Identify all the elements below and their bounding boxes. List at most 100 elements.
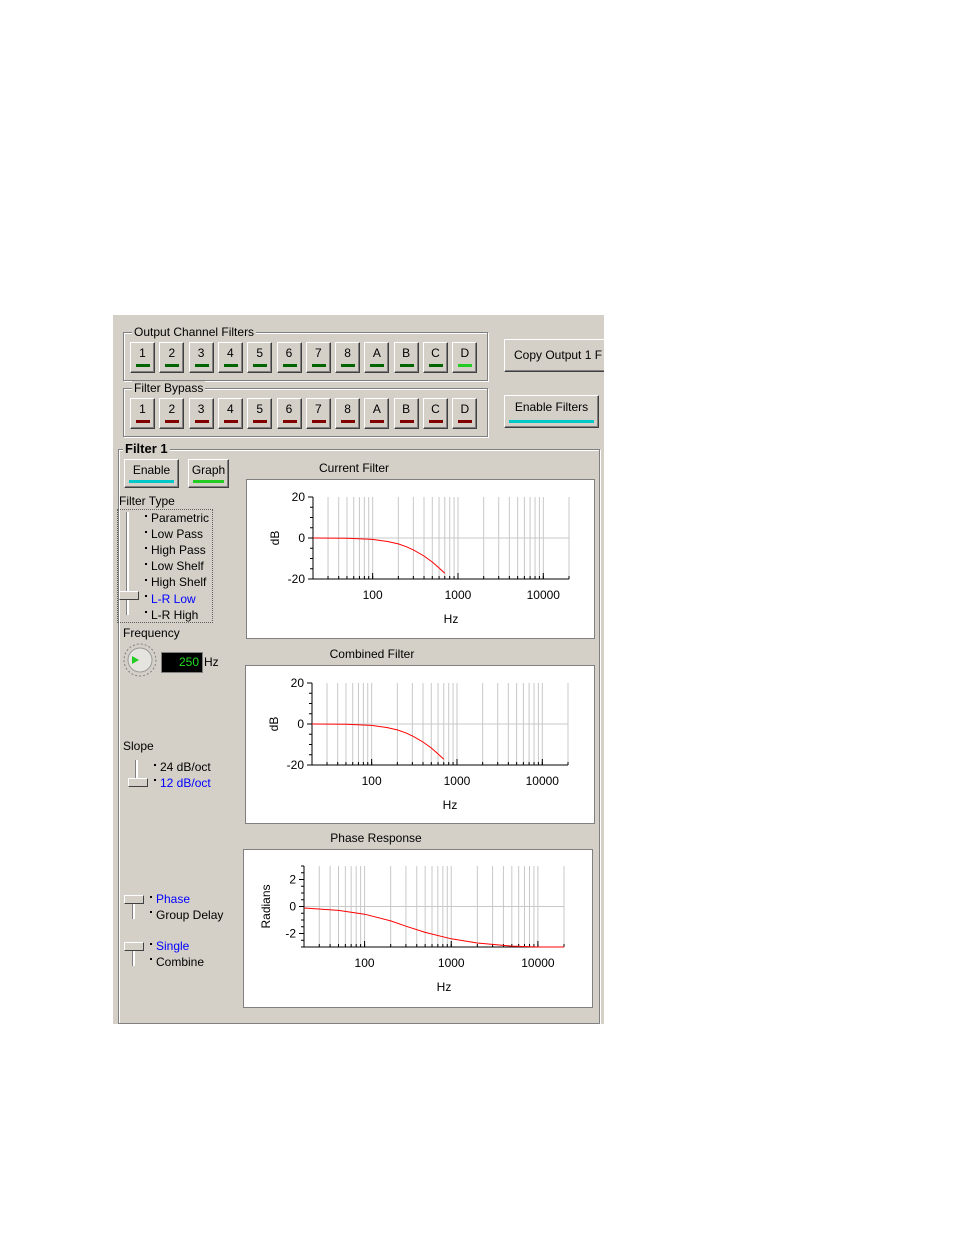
- filter-type-slider-thumb[interactable]: [119, 591, 139, 600]
- option-bullet-icon: [145, 563, 147, 566]
- output-channel-button-b[interactable]: B: [393, 342, 419, 373]
- filter-type-option-label: Low Pass: [151, 527, 204, 542]
- bypass-indicator: [223, 420, 238, 423]
- bypass-button-8[interactable]: 8: [335, 398, 361, 429]
- filter-type-option[interactable]: L-R Low: [145, 592, 196, 606]
- filter-type-option[interactable]: Parametric: [145, 511, 209, 525]
- x-tick-label: 10000: [521, 956, 555, 970]
- output-channel-button-label: 3: [197, 346, 205, 360]
- filter-panel: Output Channel Filters 1 2 3 4 5 6 7 8 A B C D Copy…: [113, 315, 604, 1024]
- x-tick-label: 1000: [444, 774, 471, 788]
- bypass-button-7[interactable]: 7: [305, 398, 331, 429]
- slope-option[interactable]: 24 dB/oct: [154, 760, 211, 774]
- graph-indicator: [193, 480, 224, 483]
- output-channel-indicator: [429, 364, 443, 367]
- bypass-button-label: 1: [139, 402, 146, 416]
- filter-type-option[interactable]: Low Pass: [145, 527, 203, 541]
- display-option-label: Phase: [156, 892, 191, 906]
- y-axis-label: dB: [268, 531, 282, 546]
- output-channel-button-label: C: [431, 346, 440, 360]
- filter-type-option-label: High Pass: [151, 543, 206, 558]
- panel-divider: [599, 449, 600, 1024]
- frequency-label: Frequency: [123, 626, 180, 640]
- combined-filter-title: Combined Filter: [329, 647, 415, 661]
- output-channel-button-8[interactable]: 8: [335, 342, 361, 373]
- filter-bypass-label: Filter Bypass: [132, 381, 206, 395]
- option-bullet-icon: [154, 779, 156, 782]
- filter-type-option[interactable]: High Pass: [145, 543, 206, 557]
- display-option[interactable]: Group Delay: [150, 908, 223, 922]
- output-channel-button-label: 6: [285, 346, 293, 360]
- filter-type-option-label: High Shelf: [151, 575, 207, 590]
- bypass-button-2[interactable]: 2: [159, 398, 185, 429]
- series-line: [303, 907, 564, 948]
- output-channel-indicator: [223, 364, 238, 367]
- phase-response-title: Phase Response: [330, 831, 422, 845]
- x-axis-label: Hz: [443, 798, 458, 812]
- enable-filters-button[interactable]: Enable Filters: [504, 395, 599, 428]
- bypass-button-4[interactable]: 4: [217, 398, 243, 429]
- output-channel-button-label: 7: [314, 346, 322, 360]
- bypass-button-6[interactable]: 6: [276, 398, 302, 429]
- slope-option-label: 12 dB/oct: [160, 775, 211, 790]
- slope-option[interactable]: 12 dB/oct: [154, 776, 211, 790]
- option-bullet-icon: [150, 911, 152, 914]
- output-channel-indicator: [458, 364, 473, 367]
- bypass-indicator: [370, 420, 385, 423]
- output-channel-button-label: D: [460, 346, 470, 360]
- output-channel-button-a[interactable]: A: [364, 342, 390, 373]
- output-channel-indicator: [253, 364, 268, 367]
- filter-type-option[interactable]: High Shelf: [145, 575, 206, 589]
- bypass-button-3[interactable]: 3: [188, 398, 214, 429]
- bypass-button-c[interactable]: C: [423, 398, 448, 429]
- output-channel-button-d[interactable]: D: [452, 342, 478, 373]
- slope-slider-thumb[interactable]: [128, 778, 148, 787]
- copy-output-button[interactable]: Copy Output 1 F: [504, 339, 604, 372]
- output-channel-button-2[interactable]: 2: [159, 342, 185, 373]
- bypass-button-label: C: [431, 402, 440, 416]
- mode-option[interactable]: Combine: [150, 955, 204, 969]
- bypass-button-label: 8: [344, 402, 351, 416]
- display-option-label: Group Delay: [156, 907, 224, 922]
- bypass-button-5[interactable]: 5: [247, 398, 273, 429]
- enable-button[interactable]: Enable: [124, 459, 179, 488]
- output-channel-button-7[interactable]: 7: [305, 342, 331, 373]
- y-tick-label: 0: [298, 531, 305, 545]
- output-channel-button-1[interactable]: 1: [130, 342, 155, 373]
- bypass-button-d[interactable]: D: [452, 398, 478, 429]
- bypass-button-label: A: [372, 402, 381, 416]
- filter-type-option-label: Low Shelf: [151, 559, 204, 574]
- filter-type-option[interactable]: Low Shelf: [145, 559, 204, 573]
- output-channel-button-c[interactable]: C: [423, 342, 448, 373]
- bypass-button-label: 5: [256, 402, 264, 416]
- output-channel-indicator: [311, 364, 326, 367]
- bypass-button-b[interactable]: B: [393, 398, 419, 429]
- bypass-button-label: 6: [285, 402, 293, 416]
- option-bullet-icon: [145, 595, 147, 598]
- current-filter-chart: 20 0 -20 100 1000 10000 Hz dB: [268, 490, 570, 626]
- output-channel-button-6[interactable]: 6: [276, 342, 302, 373]
- display-option[interactable]: Phase: [150, 892, 190, 906]
- display-slider-thumb[interactable]: [124, 895, 144, 904]
- bypass-button-a[interactable]: A: [364, 398, 390, 429]
- output-channel-button-3[interactable]: 3: [188, 342, 214, 373]
- bypass-indicator: [165, 420, 180, 423]
- output-channel-button-5[interactable]: 5: [247, 342, 273, 373]
- frequency-knob[interactable]: [122, 642, 158, 678]
- output-channel-button-4[interactable]: 4: [217, 342, 243, 373]
- output-channel-button-label: A: [372, 346, 381, 360]
- phase-response-chart: 2 0 -2 100 1000 10000 Hz Radians: [259, 865, 565, 994]
- bypass-indicator: [399, 420, 414, 423]
- filter-type-option[interactable]: L-R High: [145, 608, 198, 622]
- bypass-button-1[interactable]: 1: [130, 398, 155, 429]
- bypass-indicator: [253, 420, 268, 423]
- y-tick-label: 2: [289, 873, 296, 887]
- output-channel-button-label: 2: [168, 346, 176, 360]
- bypass-button-label: B: [402, 402, 411, 416]
- y-tick-label: -20: [288, 572, 306, 586]
- x-tick-label: 1000: [438, 956, 465, 970]
- mode-option[interactable]: Single: [150, 939, 189, 953]
- output-channel-indicator: [399, 364, 414, 367]
- mode-slider-thumb[interactable]: [124, 942, 144, 951]
- enable-indicator: [129, 480, 174, 483]
